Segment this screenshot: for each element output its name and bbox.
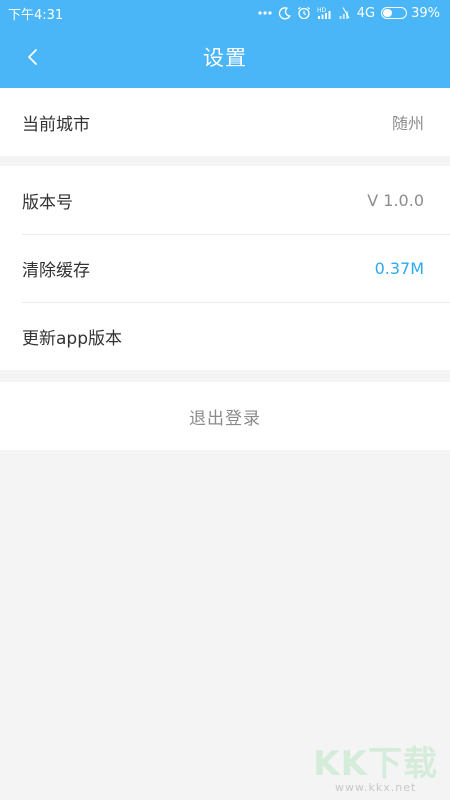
battery-icon	[381, 7, 408, 19]
clear-cache-row[interactable]: 清除缓存 0.37M	[22, 234, 450, 302]
version-label: 版本号	[22, 192, 73, 213]
status-bar: 下午4:31 HD 4G 39%	[0, 0, 450, 26]
alarm-icon	[297, 6, 310, 20]
section-divider	[0, 156, 450, 166]
moon-icon	[278, 6, 291, 19]
cache-size-value: 0.37M	[374, 259, 424, 278]
settings-group-app: 版本号 V 1.0.0 清除缓存 0.37M 更新app版本	[0, 166, 450, 370]
logout-button[interactable]: 退出登录	[0, 382, 450, 450]
status-time: 下午4:31	[8, 7, 64, 23]
svg-text:HD: HD	[317, 7, 327, 14]
status-icons: HD 4G 39%	[258, 6, 440, 21]
hd-signal-icon: HD	[317, 7, 331, 19]
version-row: 版本号 V 1.0.0	[22, 166, 450, 234]
watermark: KK下载 www.kkx.net	[313, 747, 438, 794]
current-city-row[interactable]: 当前城市 随州	[22, 88, 450, 156]
nav-header: 设置	[0, 26, 450, 88]
clear-cache-label: 清除缓存	[22, 261, 90, 281]
version-value: V 1.0.0	[367, 190, 424, 210]
settings-group-location: 当前城市 随州	[0, 88, 450, 156]
watermark-logo: KK下载	[313, 744, 438, 784]
more-dots-icon	[258, 11, 272, 15]
section-divider	[0, 370, 450, 382]
current-city-label: 当前城市	[22, 114, 90, 135]
signal-icon	[339, 7, 350, 19]
battery-percent: 39%	[411, 5, 440, 21]
battery-fill	[383, 9, 392, 17]
top-bar: 下午4:31 HD 4G 39% 设置	[0, 0, 450, 88]
update-app-label: 更新app版本	[22, 329, 122, 349]
current-city-value: 随州	[391, 114, 424, 133]
chevron-left-icon	[28, 49, 37, 65]
back-button[interactable]	[14, 39, 50, 75]
network-type: 4G	[356, 5, 376, 21]
battery-indicator: 39%	[381, 6, 440, 21]
update-app-row[interactable]: 更新app版本	[22, 302, 450, 370]
page-title: 设置	[203, 46, 247, 70]
